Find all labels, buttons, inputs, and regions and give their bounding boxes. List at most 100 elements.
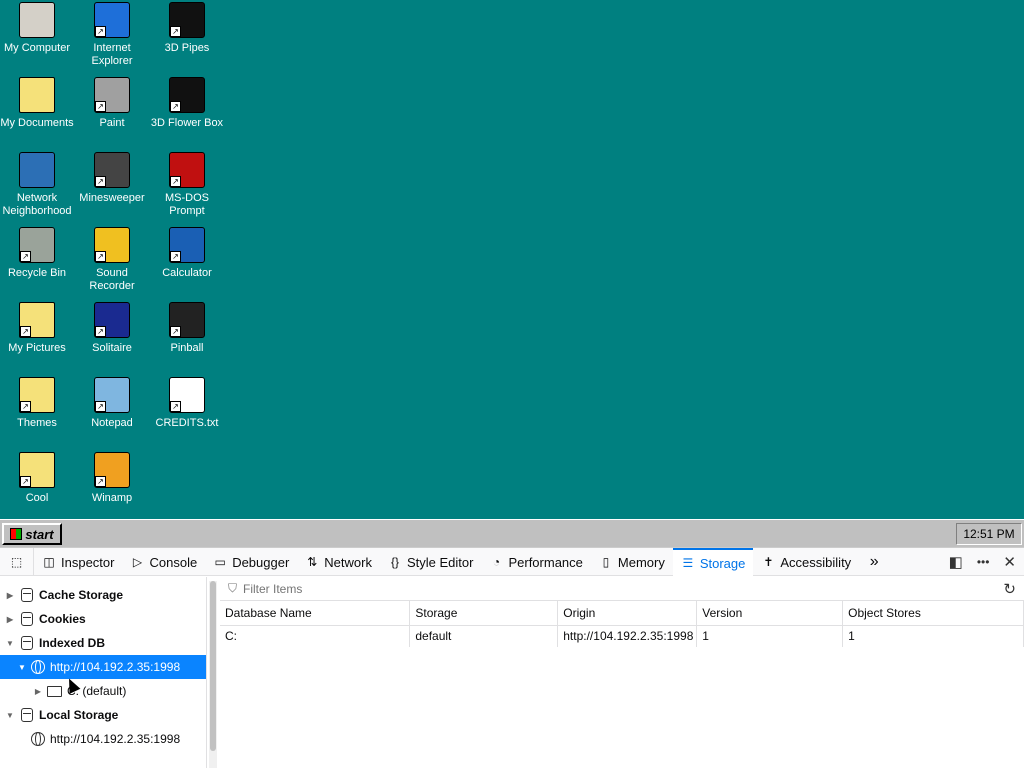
mine-icon: ↗ bbox=[94, 152, 130, 188]
desktop-icon-label: Pinball bbox=[170, 342, 204, 354]
tab-console[interactable]: ▷ Console bbox=[122, 548, 205, 576]
tab-memory[interactable]: ▯ Memory bbox=[591, 548, 673, 576]
desktop-icon[interactable]: ↗ My Pictures bbox=[0, 302, 77, 355]
text-file-icon: ↗ bbox=[169, 377, 205, 413]
tab-label: Style Editor bbox=[406, 554, 474, 570]
column-header[interactable]: Object Stores bbox=[842, 601, 1024, 626]
shortcut-arrow-icon: ↗ bbox=[170, 26, 181, 37]
tab-debugger[interactable]: ▭ Debugger bbox=[205, 548, 297, 576]
column-header[interactable]: Origin bbox=[557, 601, 698, 626]
tab-performance[interactable]: ◔ Performance bbox=[481, 548, 590, 576]
desktop-icon-label: Notepad bbox=[91, 417, 133, 429]
calculator-icon: ↗ bbox=[169, 227, 205, 263]
desktop-icon[interactable]: ↗ Minesweeper bbox=[72, 152, 152, 205]
tab-label: Accessibility bbox=[780, 554, 852, 570]
solitaire-icon: ↗ bbox=[94, 302, 130, 338]
desktop-icon[interactable]: My Computer bbox=[0, 2, 77, 55]
database-icon bbox=[21, 612, 33, 626]
desktop-icon[interactable]: ↗ Pinball bbox=[147, 302, 227, 355]
tree-item-idb-origin[interactable]: ▼ http://104.192.2.35:1998 bbox=[0, 655, 206, 679]
sound-icon: ↗ bbox=[94, 227, 130, 263]
desktop-icon-label: Solitaire bbox=[92, 342, 132, 354]
table-cell: http://104.192.2.35:1998 bbox=[557, 625, 698, 647]
tree-item-indexed-db[interactable]: ▼ Indexed DB bbox=[0, 631, 206, 655]
shortcut-arrow-icon: ↗ bbox=[170, 401, 181, 412]
tab-label: Performance bbox=[508, 554, 583, 570]
storage-icon: ☰ bbox=[682, 556, 694, 570]
desktop-icon[interactable]: ↗ Recycle Bin bbox=[0, 227, 77, 280]
shortcut-arrow-icon: ↗ bbox=[20, 476, 31, 487]
database-icon bbox=[21, 588, 33, 602]
shortcut-arrow-icon: ↗ bbox=[170, 326, 181, 337]
column-header[interactable]: Version bbox=[696, 601, 844, 626]
tab-label: Memory bbox=[617, 554, 665, 570]
desktop-icon[interactable]: Network Neighborhood bbox=[0, 152, 77, 218]
desktop-icon[interactable]: ↗ Paint bbox=[72, 77, 152, 130]
close-icon[interactable]: ✕ bbox=[1003, 553, 1016, 571]
desktop-icon-label: Calculator bbox=[162, 267, 212, 279]
desktop-icon-label: Minesweeper bbox=[79, 192, 145, 204]
element-picker-button[interactable]: ⬚ bbox=[0, 548, 34, 576]
tab-accessibility[interactable]: ✝ Accessibility bbox=[753, 548, 859, 576]
tab-storage[interactable]: ☰ Storage bbox=[672, 548, 754, 576]
picker-icon: ⬚ bbox=[10, 555, 23, 569]
table-cell: 1 bbox=[696, 625, 844, 647]
desktop-icon[interactable]: ↗ 3D Flower Box bbox=[147, 77, 227, 130]
desktop-icon[interactable]: ↗ Calculator bbox=[147, 227, 227, 280]
shortcut-arrow-icon: ↗ bbox=[95, 101, 106, 112]
desktop-icon[interactable]: ↗ CREDITS.txt bbox=[147, 377, 227, 430]
meatball-menu-icon[interactable]: ••• bbox=[977, 555, 990, 569]
expand-arrow-icon: ▶ bbox=[34, 686, 42, 696]
tab-network[interactable]: ⇅ Network bbox=[297, 548, 380, 576]
filter-input[interactable] bbox=[243, 581, 544, 596]
sidebar-scrollbar[interactable] bbox=[209, 581, 217, 768]
desktop-icon[interactable]: ↗ Cool bbox=[0, 452, 77, 505]
folder-docs-icon bbox=[19, 77, 55, 113]
desktop-icon[interactable]: ↗ Notepad bbox=[72, 377, 152, 430]
network-icon bbox=[19, 152, 55, 188]
column-header[interactable]: Database Name bbox=[220, 601, 411, 626]
desktop-icon-label: My Documents bbox=[0, 117, 74, 129]
shortcut-arrow-icon: ↗ bbox=[170, 176, 181, 187]
tree-label: Indexed DB bbox=[39, 636, 106, 650]
tree-item-local-storage[interactable]: ▼ Local Storage bbox=[0, 703, 206, 727]
dock-side-icon[interactable]: ◧ bbox=[949, 553, 963, 571]
desktop-icon[interactable]: ↗ MS-DOS Prompt bbox=[147, 152, 227, 218]
desktop-icon[interactable]: ↗ Internet Explorer bbox=[72, 2, 152, 68]
tree-item-cache-storage[interactable]: ▶ Cache Storage bbox=[0, 583, 206, 607]
collapse-arrow-icon: ▼ bbox=[6, 710, 14, 720]
folder-icon: ↗ bbox=[19, 452, 55, 488]
expand-arrow-icon: ▶ bbox=[6, 590, 14, 600]
start-button[interactable]: start bbox=[2, 523, 62, 545]
desktop-icon[interactable]: ↗ Sound Recorder bbox=[72, 227, 152, 293]
desktop-icon-label: 3D Pipes bbox=[164, 42, 210, 54]
pinball-icon: ↗ bbox=[169, 302, 205, 338]
tree-item-idb-database[interactable]: ▶ C: (default) bbox=[0, 679, 206, 703]
debugger-icon: ▭ bbox=[214, 555, 226, 569]
tab-style-editor[interactable]: {} Style Editor bbox=[380, 548, 481, 576]
tab-label: Console bbox=[149, 554, 198, 570]
refresh-icon[interactable]: ↻ bbox=[1003, 580, 1016, 598]
shortcut-arrow-icon: ↗ bbox=[95, 251, 106, 262]
tree-item-cookies[interactable]: ▶ Cookies bbox=[0, 607, 206, 631]
desktop-icon[interactable]: ↗ 3D Pipes bbox=[147, 2, 227, 55]
table-row[interactable]: C: default http://104.192.2.35:1998 1 1 bbox=[220, 625, 1024, 647]
system-tray-clock[interactable]: 12:51 PM bbox=[956, 523, 1022, 545]
desktop-icon[interactable]: ↗ Themes bbox=[0, 377, 77, 430]
desktop-icon[interactable]: ↗ Winamp bbox=[72, 452, 152, 505]
desktop-icon[interactable]: ↗ Solitaire bbox=[72, 302, 152, 355]
desktop-icon-label: Paint bbox=[99, 117, 125, 129]
column-header[interactable]: Storage bbox=[409, 601, 559, 626]
devtools-panel: ⬚ ◫ Inspector ▷ Console ▭ Debugger ⇅ Network {} S… bbox=[0, 547, 1024, 768]
scrollbar-thumb[interactable] bbox=[210, 581, 216, 751]
computer-icon bbox=[19, 2, 55, 38]
collapse-arrow-icon: ▼ bbox=[18, 662, 26, 672]
tab-label: Storage bbox=[699, 555, 746, 571]
tree-item-ls-origin[interactable]: http://104.192.2.35:1998 bbox=[0, 727, 206, 751]
more-tabs-button[interactable]: » bbox=[859, 548, 889, 576]
tab-inspector[interactable]: ◫ Inspector bbox=[34, 548, 122, 576]
console-icon: ▷ bbox=[132, 555, 143, 569]
desktop: My Computer ↗ Internet Explorer ↗ 3D Pipes My… bbox=[0, 0, 1024, 519]
desktop-icon-label: My Computer bbox=[3, 42, 71, 54]
desktop-icon[interactable]: My Documents bbox=[0, 77, 77, 130]
